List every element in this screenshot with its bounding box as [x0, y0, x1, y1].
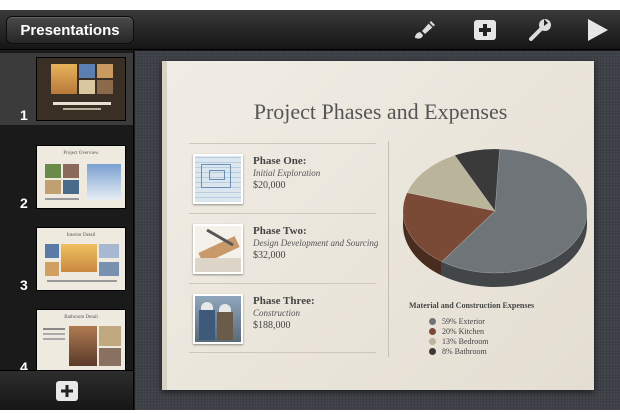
- toolbar: Presentations: [0, 10, 620, 50]
- thumbnail-title: Interior Detail: [66, 233, 96, 238]
- legend-item: 20% Kitchen: [429, 326, 484, 336]
- slide-canvas: Project Phases and Expenses Phase One: I…: [135, 51, 620, 410]
- wrench-icon[interactable]: [527, 17, 555, 43]
- legend-label: 59% Exterior: [442, 316, 485, 326]
- blueprint-image: [193, 154, 243, 204]
- slide-thumbnail-1[interactable]: 1: [0, 53, 133, 125]
- phase-cost: $188,000: [253, 320, 291, 331]
- legend-swatch: [429, 327, 436, 335]
- phase-description: Design Development and Sourcing: [253, 238, 379, 248]
- add-slide-icon[interactable]: [56, 381, 78, 401]
- keynote-app: Presentations 1 2 Project Overview 3 Int…: [0, 10, 620, 410]
- play-icon[interactable]: [583, 17, 611, 43]
- slide-title[interactable]: Project Phases and Expenses: [167, 99, 594, 125]
- current-slide[interactable]: Project Phases and Expenses Phase One: I…: [162, 61, 594, 390]
- thumbnail-title: Bathroom Detail: [64, 315, 98, 320]
- pie-chart[interactable]: [395, 145, 595, 295]
- phase-name: Phase Three:: [253, 295, 315, 307]
- slide-thumbnail-3[interactable]: 3 Interior Detail: [0, 223, 133, 295]
- legend-item: 13% Bedroom: [429, 336, 488, 346]
- legend-swatch: [429, 337, 436, 345]
- slide-number: 2: [20, 195, 28, 211]
- slide-preview: [36, 57, 126, 121]
- thumbnail-title: Project Overview: [63, 151, 99, 156]
- phase-description: Construction: [253, 308, 301, 318]
- legend-item: 59% Exterior: [429, 316, 485, 326]
- slide-thumbnail-2[interactable]: 2 Project Overview: [0, 141, 133, 213]
- slide-thumbnail-4[interactable]: 4 Bathroom Detail: [0, 305, 133, 377]
- legend-label: 13% Bedroom: [442, 336, 489, 346]
- slide-preview: Project Overview: [36, 145, 126, 209]
- slide-number: 1: [20, 107, 28, 123]
- phase-name: Phase One:: [253, 155, 307, 167]
- slide-number: 3: [20, 277, 28, 293]
- sidebar-footer: [0, 370, 133, 410]
- construction-image: [193, 294, 243, 344]
- phase-row: Phase Three: Construction $188,000: [189, 283, 376, 353]
- add-icon[interactable]: [471, 17, 499, 43]
- legend-label: 20% Kitchen: [442, 326, 484, 336]
- column-divider: [388, 141, 389, 357]
- phase-row: Phase One: Initial Exploration $20,000: [189, 143, 376, 213]
- phase-name: Phase Two:: [253, 225, 307, 237]
- legend-swatch: [429, 347, 436, 355]
- paintbrush-icon[interactable]: [411, 17, 439, 43]
- legend-swatch: [429, 317, 436, 325]
- phase-description: Initial Exploration: [253, 168, 321, 178]
- legend-label: 8% Bathroom: [442, 346, 487, 356]
- slide-navigator: 1 2 Project Overview 3 Interior Detail 4…: [0, 51, 134, 410]
- design-image: [193, 224, 243, 274]
- presentations-button[interactable]: Presentations: [6, 16, 134, 44]
- slide-preview: Bathroom Detail: [36, 309, 126, 373]
- chart-title: Material and Construction Expenses: [409, 301, 535, 310]
- phase-row: Phase Two: Design Development and Sourci…: [189, 213, 379, 283]
- phase-cost: $32,000: [253, 250, 286, 261]
- slide-preview: Interior Detail: [36, 227, 126, 291]
- legend-item: 8% Bathroom: [429, 346, 487, 356]
- phase-cost: $20,000: [253, 180, 286, 191]
